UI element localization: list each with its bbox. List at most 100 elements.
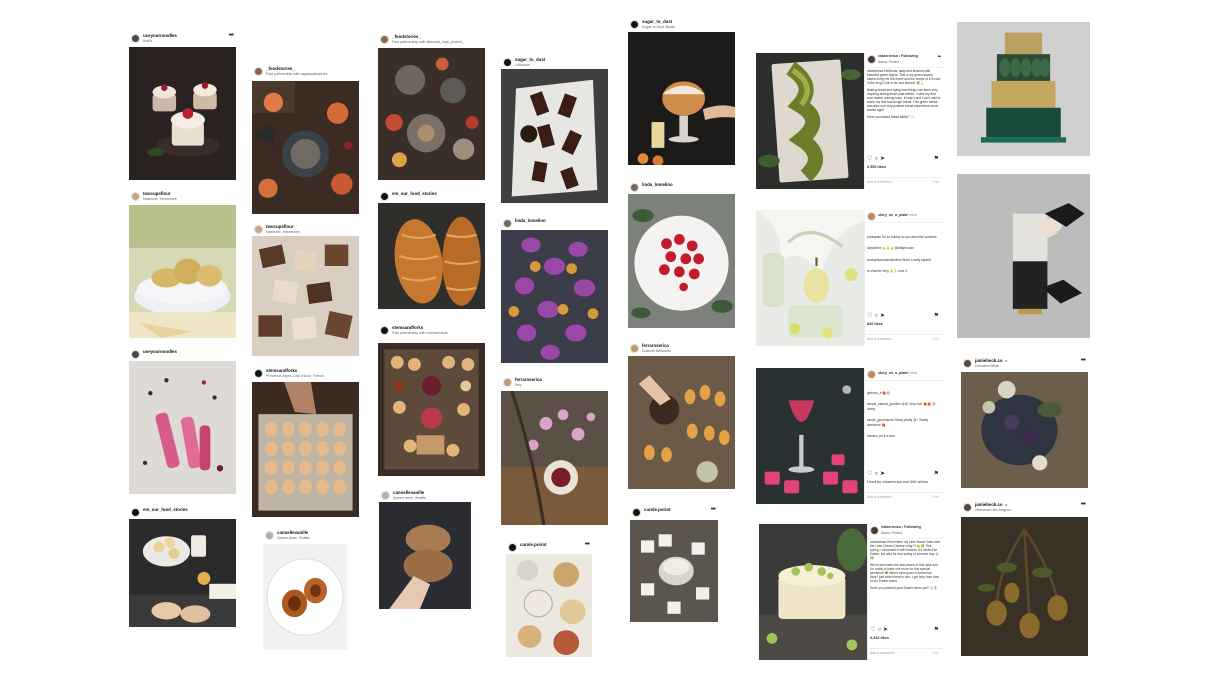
- avatar[interactable]: [380, 192, 389, 201]
- location[interactable]: Italy: [515, 383, 522, 387]
- bookmark-icon[interactable]: ⚑: [934, 626, 939, 633]
- comment-input[interactable]: Add a comment...: [867, 495, 894, 499]
- username[interactable]: useyournoodles: [143, 349, 177, 354]
- location[interactable]: Villeneuve-lès-Avignon: [975, 508, 1011, 512]
- bookmark-icon[interactable]: ⚑: [934, 155, 939, 162]
- avatar[interactable]: [870, 526, 879, 535]
- avatar[interactable]: [630, 344, 639, 353]
- post-image[interactable]: [378, 48, 485, 180]
- avatar[interactable]: [503, 58, 512, 67]
- post-image[interactable]: [129, 361, 236, 494]
- location[interactable]: Kiss's: [143, 39, 152, 43]
- more-options-icon[interactable]: •••: [938, 54, 941, 60]
- more-options-icon[interactable]: •••: [1081, 357, 1086, 364]
- follow-button[interactable]: • Follow: [905, 213, 917, 217]
- comment-input[interactable]: Add a comment...: [867, 180, 894, 184]
- more-options-icon[interactable]: •••: [585, 541, 590, 548]
- bookmark-icon[interactable]: ⚑: [934, 312, 939, 319]
- post-image[interactable]: [501, 391, 608, 525]
- share-icon[interactable]: ➤: [880, 313, 887, 319]
- comment-input[interactable]: Add a comment...: [870, 651, 897, 655]
- post-detail[interactable]: vidaeriensa • Following Ikarea, Finland …: [756, 53, 943, 189]
- post-comment-button[interactable]: Post: [932, 495, 939, 499]
- post-image[interactable]: [756, 210, 864, 346]
- location[interactable]: Sugar to Dust Studio: [642, 25, 675, 29]
- username[interactable]: stemsandforks: [392, 325, 423, 330]
- location[interactable]: Lithuania: [515, 63, 530, 67]
- username[interactable]: jamiebeck.co: [975, 358, 1003, 363]
- avatar[interactable]: [503, 378, 512, 387]
- share-icon[interactable]: ➤: [883, 627, 890, 633]
- post-detail[interactable]: vidaeriensa • Following Ikarea, Finland …: [759, 524, 943, 660]
- post-image[interactable]: [628, 356, 735, 489]
- like-count[interactable]: 3,333 likes: [870, 636, 889, 640]
- post-card[interactable]: stemsandforks Provence-Alpes-Côte d'Azur…: [252, 366, 359, 517]
- username[interactable]: story_on_a_plate: [878, 213, 908, 217]
- location[interactable]: Ikarea, Finland: [881, 531, 902, 535]
- post-card[interactable]: carole.poirot •••: [506, 540, 592, 657]
- username[interactable]: stemsandforks: [266, 368, 297, 373]
- post-card[interactable]: jamiebeck.co ● Villeneuve-lès-Avignon ••…: [961, 500, 1088, 656]
- post-image[interactable]: [628, 194, 735, 328]
- comment-input[interactable]: Add a comment...: [867, 337, 894, 341]
- share-icon[interactable]: ➤: [880, 156, 887, 162]
- post-image[interactable]: [501, 69, 608, 203]
- post-card[interactable]: ferraroserica Dolomiti Bellunesi: [628, 341, 735, 489]
- avatar[interactable]: [630, 183, 639, 192]
- post-card[interactable]: sugar_to_dust Lithuania: [501, 55, 608, 203]
- avatar[interactable]: [254, 225, 263, 234]
- post-actions[interactable]: ♡○➤: [867, 155, 887, 162]
- paid-partnership[interactable]: Paid partnership with sagaspatisseries: [266, 72, 327, 76]
- username[interactable]: em_our_food_stories: [392, 191, 437, 196]
- liked-by[interactable]: Liked by vidaeriensa and 308 others: [867, 480, 928, 484]
- post-detail[interactable]: story_on_a_plate • Follow puresplan So s…: [756, 210, 943, 346]
- more-options-icon[interactable]: •••: [229, 32, 234, 39]
- post-card[interactable]: cannellevanille Queen Anne, Seattle: [379, 488, 471, 609]
- username[interactable]: carole.poirot: [644, 507, 671, 512]
- location[interactable]: Domaine Milan: [975, 364, 999, 368]
- username[interactable]: sugar_to_dust: [515, 57, 545, 62]
- username[interactable]: story_on_a_plate: [878, 371, 908, 375]
- post-card[interactable]: sugar_to_dust Sugar to Dust Studio: [628, 17, 735, 165]
- paid-partnership[interactable]: Paid partnership with memoemaria: [392, 331, 448, 335]
- avatar[interactable]: [254, 369, 263, 378]
- location[interactable]: Queen Anne, Seattle: [393, 496, 426, 500]
- avatar[interactable]: [508, 543, 517, 552]
- post-image[interactable]: [756, 53, 864, 189]
- username[interactable]: ferraroserica: [642, 343, 669, 348]
- post-card[interactable]: stemsandforks Paid partnership with memo…: [378, 323, 485, 476]
- username[interactable]: carole.poirot: [520, 542, 547, 547]
- avatar[interactable]: [380, 35, 389, 44]
- follow-button[interactable]: • Follow: [905, 371, 917, 375]
- post-image[interactable]: [252, 81, 359, 214]
- post-image[interactable]: [129, 205, 236, 338]
- post-card[interactable]: useyournoodles: [129, 347, 236, 494]
- more-options-icon[interactable]: •••: [711, 506, 716, 513]
- post-card[interactable]: cannellevanille Queen Anne, Seattle: [263, 528, 347, 650]
- location[interactable]: Nashville, Tennessee: [143, 197, 177, 201]
- location[interactable]: Provence-Alpes-Côte d'Azur, France: [266, 374, 324, 378]
- post-image[interactable]: [756, 368, 864, 504]
- post-image[interactable]: [506, 554, 592, 657]
- avatar[interactable]: [131, 350, 140, 359]
- post-image[interactable]: [252, 236, 359, 356]
- post-card[interactable]: ferraroserica Italy: [501, 375, 608, 525]
- post-image[interactable]: [628, 32, 735, 165]
- post-image[interactable]: [129, 47, 236, 180]
- username[interactable]: _foodstories_: [266, 66, 295, 71]
- username[interactable]: jamiebeck.co: [975, 502, 1003, 507]
- username[interactable]: ferraroserica: [515, 377, 542, 382]
- post-comment-button[interactable]: Post: [932, 337, 939, 341]
- post-image[interactable]: [263, 544, 347, 650]
- location[interactable]: Ikarea, Finland: [878, 60, 899, 64]
- username[interactable]: sugar_to_dust: [642, 19, 672, 24]
- username[interactable]: twocupsflour: [143, 191, 171, 196]
- username[interactable]: em_our_food_stories: [143, 507, 188, 512]
- post-image[interactable]: [252, 382, 359, 517]
- location[interactable]: Dolomiti Bellunesi: [642, 349, 671, 353]
- avatar[interactable]: [254, 67, 263, 76]
- avatar[interactable]: [265, 531, 274, 540]
- share-icon[interactable]: ➤: [880, 471, 887, 477]
- post-image-only[interactable]: [957, 174, 1090, 338]
- post-card[interactable]: em_our_food_stories: [129, 505, 236, 627]
